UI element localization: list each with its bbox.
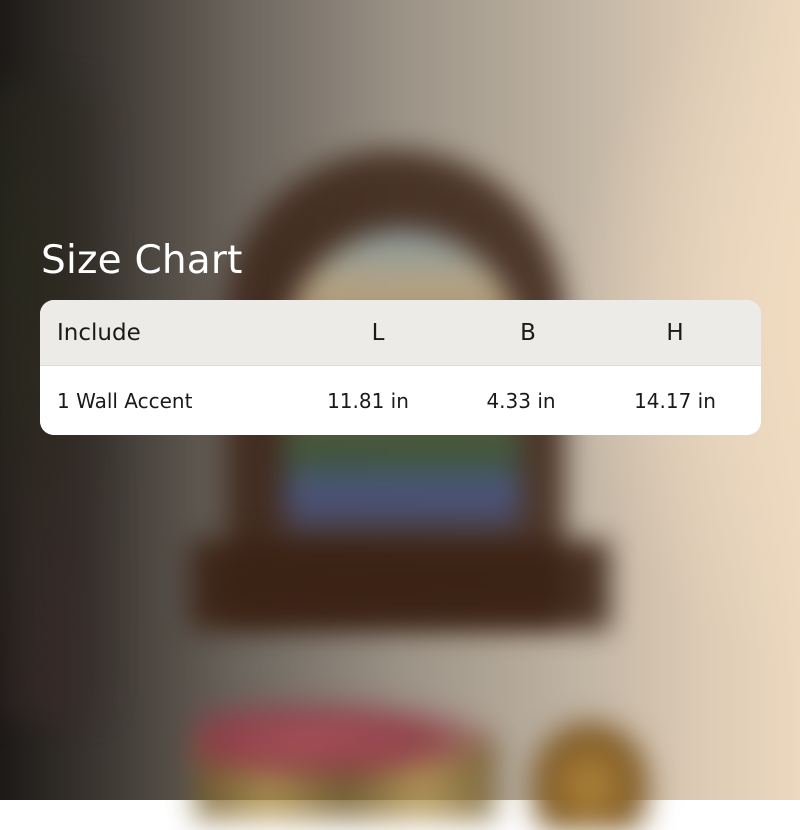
table-header-row: Include L B H [40, 300, 761, 366]
background-flowers [195, 700, 495, 780]
header-height: H [666, 319, 684, 346]
background-brass-pot [530, 720, 650, 830]
header-include: Include [57, 319, 141, 346]
cell-include: 1 Wall Accent [57, 389, 193, 413]
table-row: 1 Wall Accent 11.81 in 4.33 in 14.17 in [40, 366, 761, 435]
size-chart-title: Size Chart [41, 238, 243, 283]
cell-length: 11.81 in [327, 389, 409, 413]
header-breadth: B [520, 319, 536, 346]
size-chart-table: Include L B H 1 Wall Accent 11.81 in 4.3… [40, 300, 761, 435]
cell-height: 14.17 in [634, 389, 716, 413]
background-shelf [190, 540, 610, 630]
header-length: L [371, 319, 385, 346]
cell-breadth: 4.33 in [486, 389, 556, 413]
